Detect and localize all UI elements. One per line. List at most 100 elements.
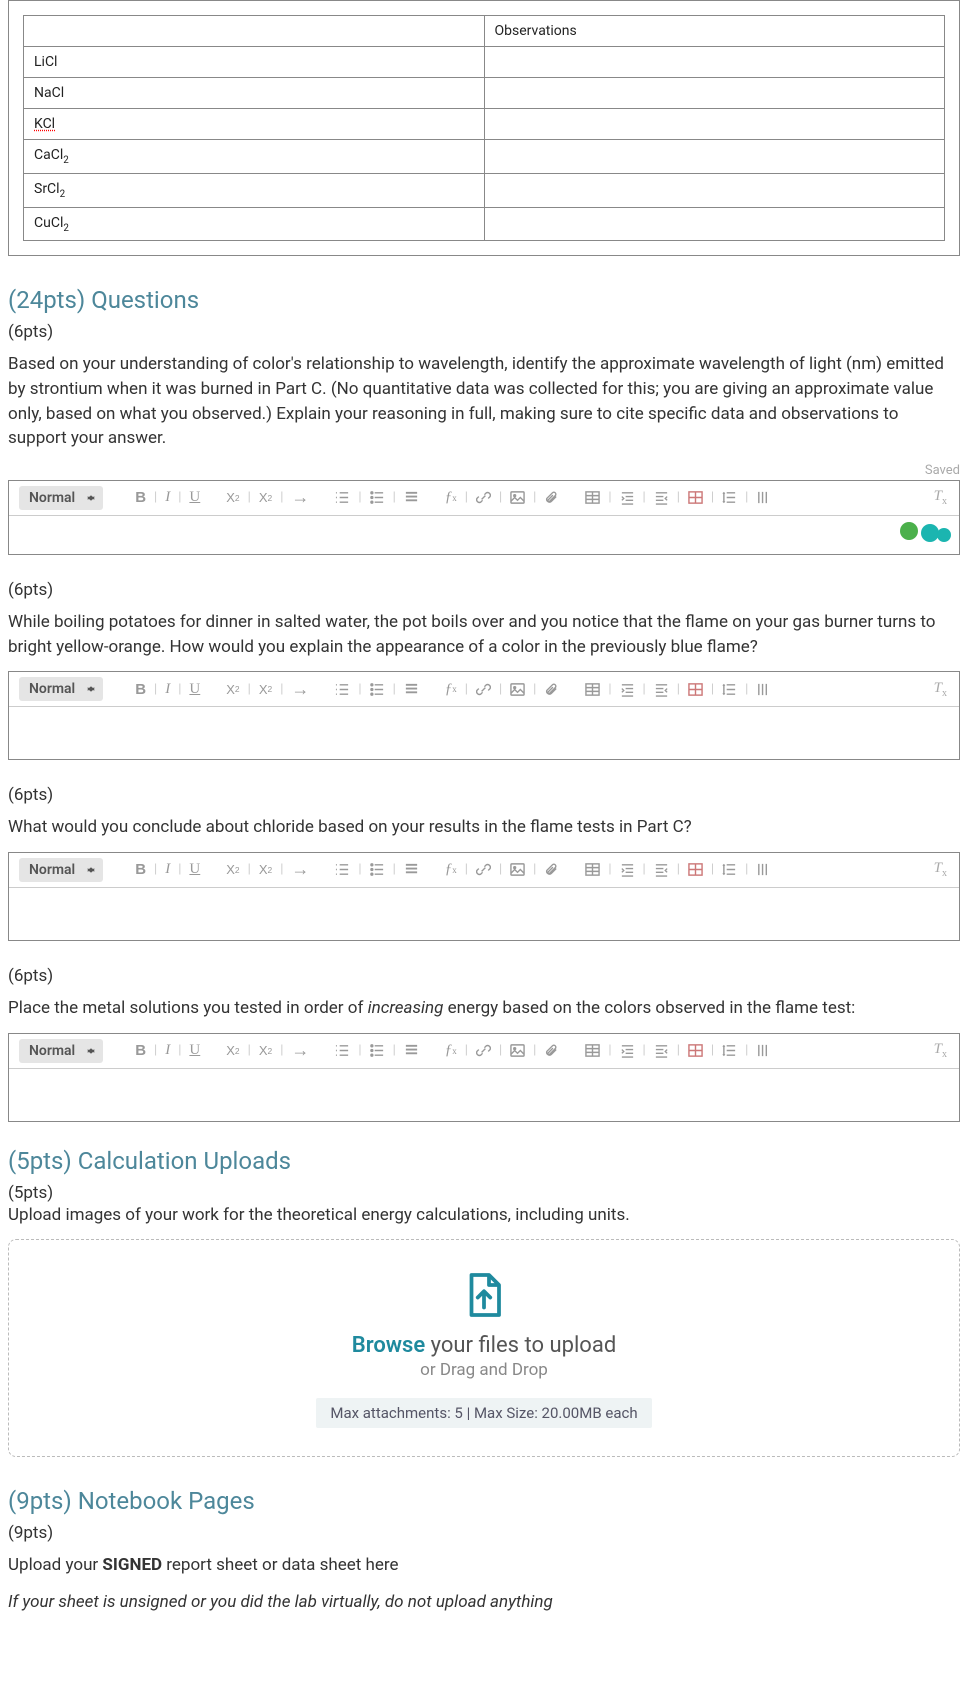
upload-dropzone[interactable]: Browse your files to upload or Drag and …: [8, 1239, 960, 1457]
indent-button[interactable]: [618, 490, 637, 505]
bold-button[interactable]: B: [133, 861, 148, 878]
link-button[interactable]: [474, 862, 493, 877]
line-spacing-button[interactable]: [720, 490, 739, 505]
bullet-list-button[interactable]: [368, 1043, 387, 1058]
bold-button[interactable]: B: [133, 489, 148, 506]
editor-toolbar: Normal B|I|U X2|X2|→ || ƒx||| ||||| Tx: [9, 853, 959, 888]
table-cell-button[interactable]: [686, 682, 705, 697]
formula-button[interactable]: ƒx: [443, 681, 459, 698]
clear-format-button[interactable]: Tx: [934, 860, 947, 879]
editor-content[interactable]: [9, 1069, 959, 1121]
grammarly-sub-icon[interactable]: [937, 528, 951, 542]
format-select[interactable]: Normal: [19, 858, 103, 882]
editor-content[interactable]: [9, 516, 959, 554]
format-select[interactable]: Normal: [19, 486, 103, 510]
link-button[interactable]: [474, 490, 493, 505]
attachment-button[interactable]: [542, 862, 561, 877]
line-spacing-button[interactable]: [720, 1043, 739, 1058]
subscript-button[interactable]: X2: [224, 682, 241, 697]
arrow-button[interactable]: →: [289, 1040, 311, 1061]
ordered-list-button[interactable]: [333, 1043, 352, 1058]
formula-button[interactable]: ƒx: [443, 1042, 459, 1059]
image-button[interactable]: [508, 490, 527, 505]
italic-button[interactable]: I: [163, 1042, 172, 1059]
columns-button[interactable]: [754, 862, 773, 877]
clear-format-button[interactable]: Tx: [934, 488, 947, 507]
ordered-list-button[interactable]: [333, 490, 352, 505]
attachment-button[interactable]: [542, 1043, 561, 1058]
table-cell-button[interactable]: [686, 1043, 705, 1058]
formula-button[interactable]: ƒx: [443, 489, 459, 506]
indent-button[interactable]: [618, 682, 637, 697]
table-button[interactable]: [583, 490, 602, 505]
underline-button[interactable]: U: [187, 861, 202, 878]
table-button[interactable]: [583, 1043, 602, 1058]
bullet-list-button[interactable]: [368, 682, 387, 697]
grammarly-icon[interactable]: [921, 524, 939, 542]
align-button[interactable]: [402, 1043, 421, 1058]
align-button[interactable]: [402, 682, 421, 697]
image-button[interactable]: [508, 862, 527, 877]
outdent-button[interactable]: [652, 682, 671, 697]
bold-button[interactable]: B: [133, 1042, 148, 1059]
editor-content[interactable]: [9, 707, 959, 759]
arrow-button[interactable]: →: [289, 487, 311, 508]
bold-button[interactable]: B: [133, 681, 148, 698]
attachment-button[interactable]: [542, 682, 561, 697]
rich-text-editor: Normal B|I|U X2|X2|→ || ƒx||| ||||| Tx: [8, 852, 960, 941]
arrow-button[interactable]: →: [289, 859, 311, 880]
italic-button[interactable]: I: [163, 681, 172, 698]
image-button[interactable]: [508, 1043, 527, 1058]
format-select[interactable]: Normal: [19, 677, 103, 701]
formula-button[interactable]: ƒx: [443, 861, 459, 878]
indent-button[interactable]: [618, 862, 637, 877]
grammarly-badges[interactable]: [900, 522, 951, 547]
table-button[interactable]: [583, 682, 602, 697]
columns-button[interactable]: [754, 490, 773, 505]
ordered-list-button[interactable]: [333, 682, 352, 697]
underline-button[interactable]: U: [187, 489, 202, 506]
table-button[interactable]: [583, 862, 602, 877]
table-cell-button[interactable]: [686, 490, 705, 505]
superscript-button[interactable]: X2: [257, 1043, 274, 1058]
outdent-button[interactable]: [652, 490, 671, 505]
outdent-button[interactable]: [652, 862, 671, 877]
bullet-list-button[interactable]: [368, 862, 387, 877]
bullet-list-button[interactable]: [368, 490, 387, 505]
line-spacing-button[interactable]: [720, 682, 739, 697]
line-spacing-button[interactable]: [720, 862, 739, 877]
subscript-button[interactable]: X2: [224, 1043, 241, 1058]
underline-button[interactable]: U: [187, 681, 202, 698]
editor-toolbar: Normal B|I|U X2|X2|→ || ƒx||| ||||| Tx: [9, 672, 959, 707]
italic-button[interactable]: I: [163, 861, 172, 878]
hint-icon[interactable]: [900, 522, 918, 540]
format-select[interactable]: Normal: [19, 1039, 103, 1063]
clear-format-button[interactable]: Tx: [934, 680, 947, 699]
outdent-button[interactable]: [652, 1043, 671, 1058]
align-button[interactable]: [402, 862, 421, 877]
italic-button[interactable]: I: [163, 489, 172, 506]
align-button[interactable]: [402, 490, 421, 505]
link-button[interactable]: [474, 682, 493, 697]
browse-link[interactable]: Browse: [352, 1333, 425, 1358]
table-cell-button[interactable]: [686, 862, 705, 877]
saved-label: Saved: [8, 463, 960, 478]
superscript-button[interactable]: X2: [257, 682, 274, 697]
link-button[interactable]: [474, 1043, 493, 1058]
editor-content[interactable]: [9, 888, 959, 940]
underline-button[interactable]: U: [187, 1042, 202, 1059]
subscript-button[interactable]: X2: [224, 862, 241, 877]
clear-format-button[interactable]: Tx: [934, 1041, 947, 1060]
arrow-button[interactable]: →: [289, 679, 311, 700]
image-button[interactable]: [508, 682, 527, 697]
table-row: LiCl: [24, 47, 945, 78]
superscript-button[interactable]: X2: [257, 490, 274, 505]
columns-button[interactable]: [754, 682, 773, 697]
subscript-button[interactable]: X2: [224, 490, 241, 505]
superscript-button[interactable]: X2: [257, 862, 274, 877]
columns-button[interactable]: [754, 1043, 773, 1058]
attachment-button[interactable]: [542, 490, 561, 505]
observations-table: Observations LiCl NaCl KCl CaCl2 SrCl2 C…: [23, 15, 945, 241]
ordered-list-button[interactable]: [333, 862, 352, 877]
indent-button[interactable]: [618, 1043, 637, 1058]
